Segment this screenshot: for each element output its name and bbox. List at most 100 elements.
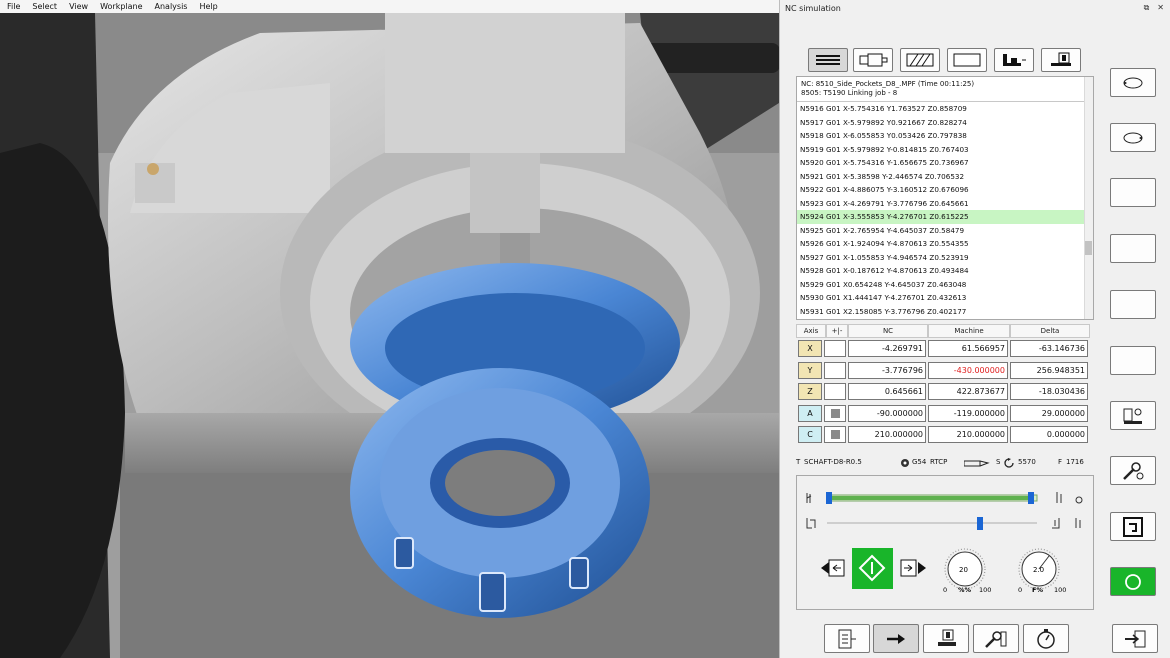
rotate-view-icon xyxy=(1123,77,1143,88)
spindle-label: S xyxy=(996,458,1001,466)
machine-col-header: Machine xyxy=(928,324,1010,338)
single-step-button[interactable] xyxy=(1110,512,1156,541)
feed-value: 1716 xyxy=(1066,458,1084,466)
machine-view-button[interactable] xyxy=(853,48,893,72)
menu-view[interactable]: View xyxy=(69,2,88,11)
menu-select[interactable]: Select xyxy=(32,2,57,11)
side-button-5[interactable] xyxy=(1110,290,1156,319)
nc-program-list[interactable]: NC: 8510_Side_Pockets_D8_.MPF (Time 00:1… xyxy=(796,76,1094,320)
nc-scrollbar-thumb[interactable] xyxy=(1085,241,1092,255)
axis-toggle-mark xyxy=(830,430,840,440)
tool-change-icon xyxy=(1051,52,1071,66)
progress-start-icon[interactable] xyxy=(806,493,812,503)
nc-line[interactable]: N5922 G01 X-4.886075 Y-3.160512 Z0.67609… xyxy=(797,183,1093,197)
step-forward-button[interactable] xyxy=(900,559,926,577)
nc-line[interactable]: N5920 G01 X-5.754316 Y-1.656675 Z0.73696… xyxy=(797,156,1093,170)
hatch-view-button[interactable] xyxy=(900,48,940,72)
close-icon[interactable]: ✕ xyxy=(1157,3,1164,13)
progress-end-icon[interactable] xyxy=(1056,492,1083,504)
rotate-view-button-2[interactable] xyxy=(1110,123,1156,152)
axis-delta-value: 29.000000 xyxy=(1010,404,1088,422)
nc-line[interactable]: N5924 G01 X-3.555853 Y-4.276701 Z0.61522… xyxy=(797,210,1093,224)
axis-label[interactable]: C xyxy=(798,426,822,444)
side-button-3[interactable] xyxy=(1110,178,1156,207)
axis-label[interactable]: Z xyxy=(798,383,822,401)
nc-scrollbar[interactable] xyxy=(1084,77,1093,319)
rotate-view-button-1[interactable] xyxy=(1110,68,1156,97)
lines-icon xyxy=(816,55,840,65)
tool-icon xyxy=(938,629,956,646)
step-end-icon[interactable] xyxy=(1052,518,1081,529)
nc-file-info: NC: 8510_Side_Pockets_D8_.MPF (Time 00:1… xyxy=(801,80,975,88)
report-icon xyxy=(838,629,856,648)
progress-start-handle[interactable] xyxy=(826,492,832,504)
nc-line[interactable]: N5926 G01 X-1.924094 Y-4.870613 Z0.55435… xyxy=(797,237,1093,251)
step-start-icon[interactable] xyxy=(806,518,816,529)
tool-button[interactable] xyxy=(923,624,969,653)
stopwatch-button[interactable] xyxy=(1023,624,1069,653)
axis-toggle[interactable] xyxy=(824,404,846,422)
toggle-col-header: +|- xyxy=(826,324,848,338)
axis-row-z: Z 0.645661 422.873677 -18.030436 xyxy=(796,381,1094,403)
progress-end-handle[interactable] xyxy=(1028,492,1034,504)
simulation-control-box: 20 0 %% 100 2.0 0 F% 100 xyxy=(796,475,1094,610)
axis-label[interactable]: X xyxy=(798,340,822,358)
machine-settings-button[interactable] xyxy=(1110,401,1156,430)
nc-line[interactable]: N5931 G01 X2.158085 Y-3.776796 Z0.402177 xyxy=(797,305,1093,319)
feed-dial-value: 2.0 xyxy=(1033,566,1045,574)
menu-workplane[interactable]: Workplane xyxy=(100,2,142,11)
side-button-6[interactable] xyxy=(1110,346,1156,375)
nc-line[interactable]: N5928 G01 X-0.187612 Y-4.870613 Z0.49348… xyxy=(797,264,1093,278)
restore-icon[interactable]: ⧉ xyxy=(1144,3,1150,13)
exit-button[interactable] xyxy=(1112,624,1158,653)
nc-line[interactable]: N5921 G01 X-5.38598 Y-2.446574 Z0.706532 xyxy=(797,170,1093,184)
report-button[interactable] xyxy=(824,624,870,653)
nc-line[interactable]: N5929 G01 X0.654248 Y-4.645037 Z0.463048 xyxy=(797,278,1093,292)
axis-nc-value: 210.000000 xyxy=(848,426,926,444)
run-circle-button[interactable] xyxy=(1110,567,1156,596)
wrench-gear-icon xyxy=(1123,461,1144,480)
nc-line[interactable]: N5923 G01 X-4.269791 Y-3.776796 Z0.64566… xyxy=(797,197,1093,211)
nc-line[interactable]: N5925 G01 X-2.765954 Y-4.645037 Z0.58479 xyxy=(797,224,1093,238)
axis-toggle[interactable] xyxy=(824,340,846,358)
rtcp-label: RTCP xyxy=(930,458,948,466)
axis-label[interactable]: A xyxy=(798,404,822,422)
panel-title: NC simulation xyxy=(785,4,841,13)
menu-file[interactable]: File xyxy=(7,2,20,11)
axis-machine-value: 61.566957 xyxy=(928,340,1008,358)
axis-toggle[interactable] xyxy=(824,426,846,444)
wrench-gear-button[interactable] xyxy=(1110,456,1156,485)
axis-toggle[interactable] xyxy=(824,383,846,401)
tool-prefix: T xyxy=(796,458,801,466)
step-back-button[interactable] xyxy=(821,559,845,577)
machine-table-button[interactable] xyxy=(994,48,1034,72)
settings-button[interactable] xyxy=(973,624,1019,653)
simulation-viewport[interactable] xyxy=(0,13,779,658)
axis-toggle[interactable] xyxy=(824,361,846,379)
blank-view-button[interactable] xyxy=(947,48,987,72)
nc-line[interactable]: N5919 G01 X-5.979892 Y-0.814815 Z0.76740… xyxy=(797,143,1093,157)
axis-label[interactable]: Y xyxy=(798,361,822,379)
hatch-icon xyxy=(906,53,934,67)
tool-change-button[interactable] xyxy=(1041,48,1081,72)
axis-delta-value: 0.000000 xyxy=(1010,426,1088,444)
nc-line[interactable]: N5918 G01 X-6.055853 Y0.053426 Z0.797838 xyxy=(797,129,1093,143)
tool-name: SCHAFT-D8-R0.5 xyxy=(804,458,862,466)
play-button[interactable] xyxy=(852,548,893,589)
goto-button[interactable] xyxy=(873,624,919,653)
nc-line[interactable]: N5916 G01 X-5.754316 Y1.763527 Z0.858709 xyxy=(797,102,1093,116)
step-handle[interactable] xyxy=(977,517,983,530)
axis-nc-value: -3.776796 xyxy=(848,361,926,379)
nc-line[interactable]: N5927 G01 X-1.055853 Y-4.946574 Z0.52391… xyxy=(797,251,1093,265)
menu-analysis[interactable]: Analysis xyxy=(155,2,188,11)
axis-row-a: A -90.000000 -119.000000 29.000000 xyxy=(796,403,1094,425)
axis-machine-value: 210.000000 xyxy=(928,426,1008,444)
axis-nc-value: -90.000000 xyxy=(848,404,926,422)
nc-line[interactable]: N5917 G01 X-5.979892 Y0.921667 Z0.828274 xyxy=(797,116,1093,130)
side-button-4[interactable] xyxy=(1110,234,1156,263)
lines-view-button[interactable] xyxy=(808,48,848,72)
rotate-view-icon xyxy=(1123,132,1143,143)
axis-table: Axis +|- NC Machine Delta X -4.269791 61.5… xyxy=(796,324,1094,448)
nc-line[interactable]: N5930 G01 X1.444147 Y-4.276701 Z0.432613 xyxy=(797,291,1093,305)
menu-help[interactable]: Help xyxy=(199,2,217,11)
